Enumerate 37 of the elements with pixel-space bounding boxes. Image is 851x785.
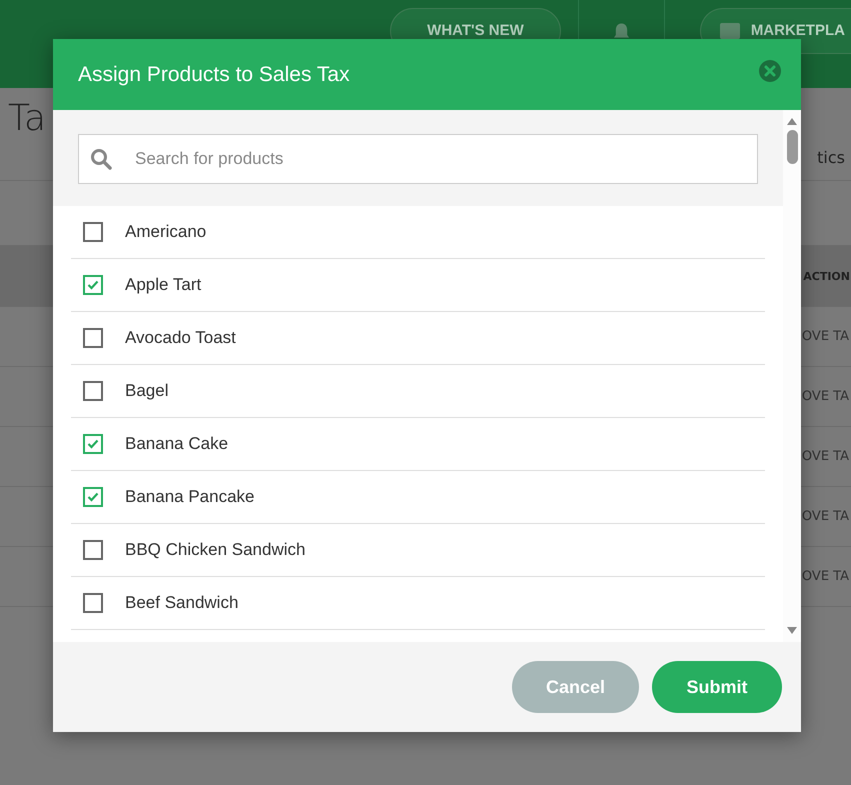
search-icon (90, 148, 112, 170)
product-name[interactable]: Bagel (125, 381, 168, 401)
checkbox[interactable] (83, 328, 103, 348)
search-field[interactable]: Search for products (78, 134, 758, 184)
product-name[interactable]: Avocado Toast (125, 328, 236, 348)
check-icon (87, 492, 99, 502)
scrollbar-thumb[interactable] (786, 130, 798, 164)
product-name[interactable]: Banana Cake (125, 434, 228, 454)
store-icon (718, 22, 741, 40)
remove-tax-link[interactable]: OVE TA (802, 449, 849, 464)
product-name[interactable]: Apple Tart (125, 275, 202, 295)
scroll-up-icon[interactable] (786, 116, 798, 126)
submit-button[interactable]: Submit (652, 661, 782, 713)
product-name[interactable]: Americano (125, 222, 206, 242)
product-name[interactable]: Beef Sandwich (125, 593, 238, 613)
close-icon[interactable] (759, 60, 781, 82)
scroll-down-icon[interactable] (786, 626, 798, 636)
checkbox[interactable] (83, 434, 103, 454)
product-name[interactable]: Banana Pancake (125, 487, 254, 507)
page-title: Ta (8, 98, 46, 139)
product-name[interactable]: BBQ Chicken Sandwich (125, 540, 306, 560)
remove-tax-link[interactable]: OVE TA (802, 389, 849, 404)
checkbox[interactable] (83, 540, 103, 560)
remove-tax-link[interactable]: OVE TA (802, 569, 849, 584)
checkbox[interactable] (83, 487, 103, 507)
cancel-button[interactable]: Cancel (512, 661, 639, 713)
checkbox[interactable] (83, 381, 103, 401)
dialog-title: Assign Products to Sales Tax (78, 62, 350, 86)
remove-tax-link[interactable]: OVE TA (802, 329, 849, 344)
checkbox[interactable] (83, 593, 103, 613)
column-heading: ACTION (803, 270, 850, 282)
remove-tax-link[interactable]: OVE TA (802, 509, 849, 524)
check-icon (87, 439, 99, 449)
checkbox[interactable] (83, 275, 103, 295)
checkbox[interactable] (83, 222, 103, 242)
tab-label: tics (817, 148, 845, 167)
check-icon (87, 280, 99, 290)
